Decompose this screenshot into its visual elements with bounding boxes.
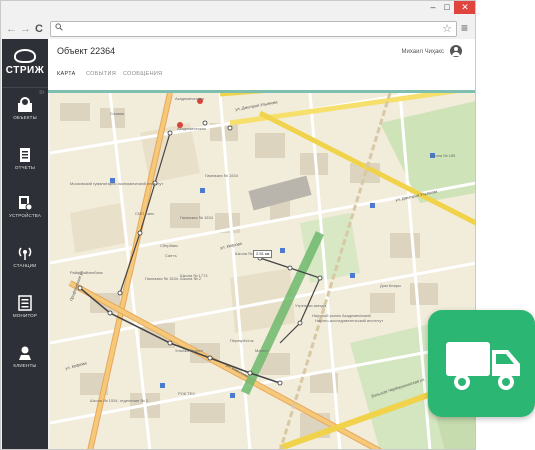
map-label: Школа № 1534, отделение № 2 bbox=[90, 398, 149, 403]
map-view[interactable]: Академическая Академическая ул. Дмитрия … bbox=[50, 93, 475, 449]
truck-badge bbox=[428, 310, 535, 417]
map-label: Научно-исследовательский институт bbox=[315, 318, 384, 323]
monitor-icon bbox=[17, 295, 33, 311]
minimize-button[interactable]: – bbox=[426, 1, 440, 14]
map-label: Перекрёсток bbox=[230, 338, 254, 343]
page-title: Объект 22364 bbox=[57, 46, 116, 56]
map-label: Академическая bbox=[175, 96, 204, 101]
window-titlebar: – □ ✕ bbox=[1, 1, 475, 15]
map-label: РОК ТЕХ bbox=[178, 391, 195, 396]
sidebar-item-label: ОБЪЕКТЫ bbox=[13, 115, 37, 120]
avatar[interactable] bbox=[450, 45, 462, 57]
map-label: Научный рынок Академический bbox=[312, 313, 371, 318]
device-icon bbox=[17, 195, 33, 211]
map-label: Магнит bbox=[255, 348, 269, 353]
collapse-icon[interactable]: ≡› bbox=[39, 90, 45, 96]
sidebar-item-monitor[interactable]: МОНИТОР bbox=[2, 295, 48, 318]
sidebar-item-label: УСТРОЙСТВА bbox=[8, 213, 42, 218]
tab-map[interactable]: КАРТА bbox=[57, 71, 76, 77]
sidebar-item-devices[interactable]: УСТРОЙСТВА bbox=[2, 195, 48, 218]
logo-bird-icon bbox=[14, 49, 36, 63]
map-label: Дом Клары bbox=[380, 283, 401, 288]
map-marker-icon bbox=[17, 97, 33, 112]
map-label: Улыбка Радуги bbox=[175, 348, 203, 353]
sidebar-divider bbox=[2, 87, 48, 88]
tab-messages[interactable]: СООБЩЕНИЯ bbox=[123, 71, 162, 77]
map-label: Славия bbox=[110, 111, 124, 116]
map-label: Гимназия № 1534 bbox=[205, 173, 238, 178]
tab-events[interactable]: СОБЫТИЯ bbox=[86, 71, 116, 77]
sidebar-item-label: КЛИЕНТЫ bbox=[13, 363, 37, 368]
hamburger-icon[interactable]: ≡ bbox=[461, 21, 468, 35]
address-bar[interactable]: ☆ bbox=[50, 21, 457, 37]
map-label: Московский гуманитарно-экономический инс… bbox=[70, 181, 164, 186]
forward-button[interactable]: → bbox=[20, 22, 31, 36]
map-canvas bbox=[50, 93, 475, 449]
reload-button[interactable]: C bbox=[35, 22, 43, 36]
logo-text: СТРИЖ bbox=[5, 65, 45, 76]
map-label: Утренняя звезда bbox=[295, 303, 327, 308]
close-button[interactable]: ✕ bbox=[454, 1, 475, 14]
sidebar-item-objects[interactable]: ОБЪЕКТЫ bbox=[2, 97, 48, 120]
sidebar-item-label: СТАНЦИИ bbox=[13, 263, 37, 268]
sidebar-item-label: ОТЧЕТЫ bbox=[14, 165, 36, 170]
sidebar: СТРИЖ ≡› ОБЪЕКТЫ ОТЧЕТЫ УСТРОЙСТВА СТАНЦ… bbox=[2, 39, 48, 449]
browser-toolbar: ← → C ☆ ≡ bbox=[1, 19, 475, 41]
antenna-icon bbox=[17, 245, 33, 260]
map-label: СМП Банк bbox=[135, 211, 154, 216]
user-name[interactable]: Михаил Чиҳакс bbox=[401, 49, 444, 55]
search-icon bbox=[55, 23, 63, 33]
truck-icon bbox=[446, 342, 520, 390]
maximize-button[interactable]: □ bbox=[440, 1, 454, 14]
sidebar-item-label: МОНИТОР bbox=[12, 313, 38, 318]
page-header: Объект 22364 Михаил Чиҳакс КАРТА СОБЫТИЯ… bbox=[48, 39, 475, 93]
back-button[interactable]: ← bbox=[6, 22, 17, 36]
address-input[interactable] bbox=[67, 23, 427, 35]
map-label: Гимназия № 1534, Школа № 2 bbox=[145, 276, 202, 281]
map-label: Райффайзенбанк bbox=[70, 270, 103, 275]
browser-window: – □ ✕ ← → C ☆ ≡ СТРИЖ ≡› ОБЪЕКТЫ ОТЧЕТЫ … bbox=[0, 0, 476, 450]
document-icon bbox=[17, 147, 33, 162]
map-label: Гимназия № 1534 bbox=[180, 215, 213, 220]
map-label: Сбербанк bbox=[160, 243, 178, 248]
star-icon[interactable]: ☆ bbox=[442, 22, 452, 35]
user-icon bbox=[17, 345, 33, 360]
sidebar-item-reports[interactable]: ОТЧЕТЫ bbox=[2, 147, 48, 170]
map-label: Сантъ bbox=[165, 253, 177, 258]
sidebar-item-stations[interactable]: СТАНЦИИ bbox=[2, 245, 48, 268]
distance-label: 2.51 км bbox=[253, 250, 273, 258]
logo[interactable]: СТРИЖ bbox=[2, 49, 48, 76]
map-label: Академическая bbox=[177, 126, 206, 131]
sidebar-item-clients[interactable]: КЛИЕНТЫ bbox=[2, 345, 48, 368]
map-label: Школа № 185 bbox=[430, 153, 456, 158]
